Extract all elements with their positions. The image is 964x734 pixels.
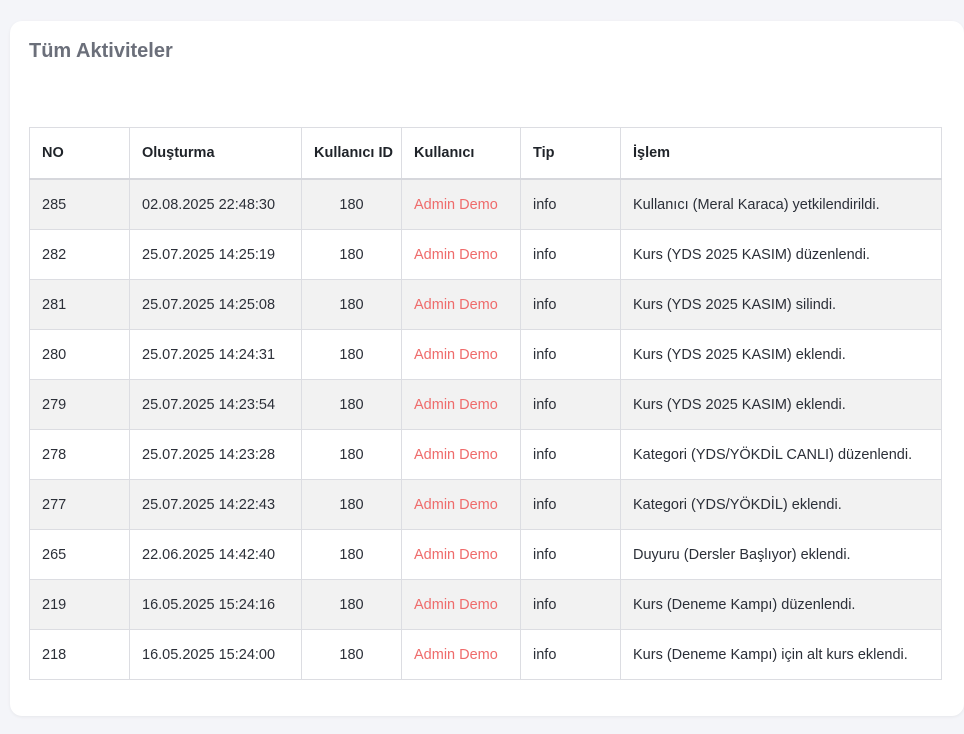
table-row: 218 16.05.2025 15:24:00 180 Admin Demo info K…	[29, 629, 942, 680]
cell-no: 219	[29, 579, 130, 630]
cell-no: 279	[29, 379, 130, 430]
cell-created: 16.05.2025 15:24:00	[129, 629, 302, 680]
column-header-type[interactable]: Tip	[520, 127, 621, 180]
cell-user: Admin Demo	[401, 429, 521, 480]
table-row: 219 16.05.2025 15:24:16 180 Admin Demo info K…	[29, 579, 942, 630]
cell-action: Duyuru (Dersler Başlıyor) eklendi.	[620, 529, 942, 580]
cell-user-id: 180	[301, 329, 402, 380]
user-link[interactable]: Admin Demo	[414, 197, 498, 213]
cell-type: info	[520, 479, 621, 530]
user-link[interactable]: Admin Demo	[414, 547, 498, 563]
cell-type: info	[520, 629, 621, 680]
cell-action: Kullanıcı (Meral Karaca) yetkilendirildi…	[620, 178, 942, 230]
cell-type: info	[520, 329, 621, 380]
table-row: 285 02.08.2025 22:48:30 180 Admin Demo info K…	[29, 178, 942, 230]
table-row: 278 25.07.2025 14:23:28 180 Admin Demo info K…	[29, 429, 942, 480]
cell-user: Admin Demo	[401, 629, 521, 680]
cell-user-id: 180	[301, 629, 402, 680]
cell-user-id: 180	[301, 229, 402, 280]
user-link[interactable]: Admin Demo	[414, 347, 498, 363]
user-link[interactable]: Admin Demo	[414, 647, 498, 663]
column-header-no[interactable]: NO	[29, 127, 130, 180]
cell-type: info	[520, 529, 621, 580]
cell-user-id: 180	[301, 479, 402, 530]
table-header: NO Oluşturma Kullanıcı ID Kullanıcı Tip …	[29, 127, 942, 180]
table-row: 265 22.06.2025 14:42:40 180 Admin Demo info D…	[29, 529, 942, 580]
cell-user: Admin Demo	[401, 379, 521, 430]
cell-type: info	[520, 379, 621, 430]
column-header-action[interactable]: İşlem	[620, 127, 942, 180]
user-link[interactable]: Admin Demo	[414, 247, 498, 263]
cell-user-id: 180	[301, 579, 402, 630]
cell-user-id: 180	[301, 279, 402, 330]
column-header-created[interactable]: Oluşturma	[129, 127, 302, 180]
table-header-row: NO Oluşturma Kullanıcı ID Kullanıcı Tip …	[29, 127, 942, 180]
cell-created: 02.08.2025 22:48:30	[129, 178, 302, 230]
cell-created: 25.07.2025 14:24:31	[129, 329, 302, 380]
cell-user-id: 180	[301, 529, 402, 580]
page-title: Tüm Aktiviteler	[29, 40, 173, 62]
user-link[interactable]: Admin Demo	[414, 397, 498, 413]
column-header-user-id[interactable]: Kullanıcı ID	[301, 127, 402, 180]
cell-no: 278	[29, 429, 130, 480]
cell-created: 25.07.2025 14:25:08	[129, 279, 302, 330]
column-header-user[interactable]: Kullanıcı	[401, 127, 521, 180]
activities-card: Tüm Aktiviteler NO Oluşturma Kullanıcı I…	[10, 21, 964, 716]
user-link[interactable]: Admin Demo	[414, 597, 498, 613]
cell-type: info	[520, 178, 621, 230]
user-link[interactable]: Admin Demo	[414, 497, 498, 513]
cell-user: Admin Demo	[401, 579, 521, 630]
table-body: 285 02.08.2025 22:48:30 180 Admin Demo info K…	[29, 178, 942, 680]
cell-user: Admin Demo	[401, 479, 521, 530]
activities-table: NO Oluşturma Kullanıcı ID Kullanıcı Tip …	[29, 127, 942, 680]
user-link[interactable]: Admin Demo	[414, 297, 498, 313]
cell-action: Kategori (YDS/YÖKDİL) eklendi.	[620, 479, 942, 530]
cell-no: 280	[29, 329, 130, 380]
cell-no: 277	[29, 479, 130, 530]
table-row: 281 25.07.2025 14:25:08 180 Admin Demo info K…	[29, 279, 942, 330]
cell-type: info	[520, 429, 621, 480]
cell-action: Kategori (YDS/YÖKDİL CANLI) düzenlendi.	[620, 429, 942, 480]
cell-user: Admin Demo	[401, 279, 521, 330]
cell-no: 285	[29, 178, 130, 230]
cell-no: 218	[29, 629, 130, 680]
cell-user-id: 180	[301, 379, 402, 430]
cell-type: info	[520, 229, 621, 280]
cell-action: Kurs (YDS 2025 KASIM) silindi.	[620, 279, 942, 330]
table-row: 279 25.07.2025 14:23:54 180 Admin Demo info K…	[29, 379, 942, 430]
cell-user-id: 180	[301, 178, 402, 230]
cell-user: Admin Demo	[401, 529, 521, 580]
cell-action: Kurs (Deneme Kampı) için alt kurs eklend…	[620, 629, 942, 680]
cell-no: 281	[29, 279, 130, 330]
cell-created: 22.06.2025 14:42:40	[129, 529, 302, 580]
table-row: 282 25.07.2025 14:25:19 180 Admin Demo info K…	[29, 229, 942, 280]
cell-user: Admin Demo	[401, 178, 521, 230]
cell-user: Admin Demo	[401, 329, 521, 380]
cell-created: 16.05.2025 15:24:16	[129, 579, 302, 630]
cell-created: 25.07.2025 14:22:43	[129, 479, 302, 530]
cell-user: Admin Demo	[401, 229, 521, 280]
cell-created: 25.07.2025 14:25:19	[129, 229, 302, 280]
table-row: 277 25.07.2025 14:22:43 180 Admin Demo info K…	[29, 479, 942, 530]
cell-type: info	[520, 279, 621, 330]
cell-created: 25.07.2025 14:23:54	[129, 379, 302, 430]
table-row: 280 25.07.2025 14:24:31 180 Admin Demo info K…	[29, 329, 942, 380]
cell-action: Kurs (Deneme Kampı) düzenlendi.	[620, 579, 942, 630]
cell-action: Kurs (YDS 2025 KASIM) eklendi.	[620, 329, 942, 380]
cell-action: Kurs (YDS 2025 KASIM) düzenlendi.	[620, 229, 942, 280]
cell-no: 265	[29, 529, 130, 580]
cell-type: info	[520, 579, 621, 630]
cell-user-id: 180	[301, 429, 402, 480]
cell-action: Kurs (YDS 2025 KASIM) eklendi.	[620, 379, 942, 430]
cell-no: 282	[29, 229, 130, 280]
user-link[interactable]: Admin Demo	[414, 447, 498, 463]
cell-created: 25.07.2025 14:23:28	[129, 429, 302, 480]
